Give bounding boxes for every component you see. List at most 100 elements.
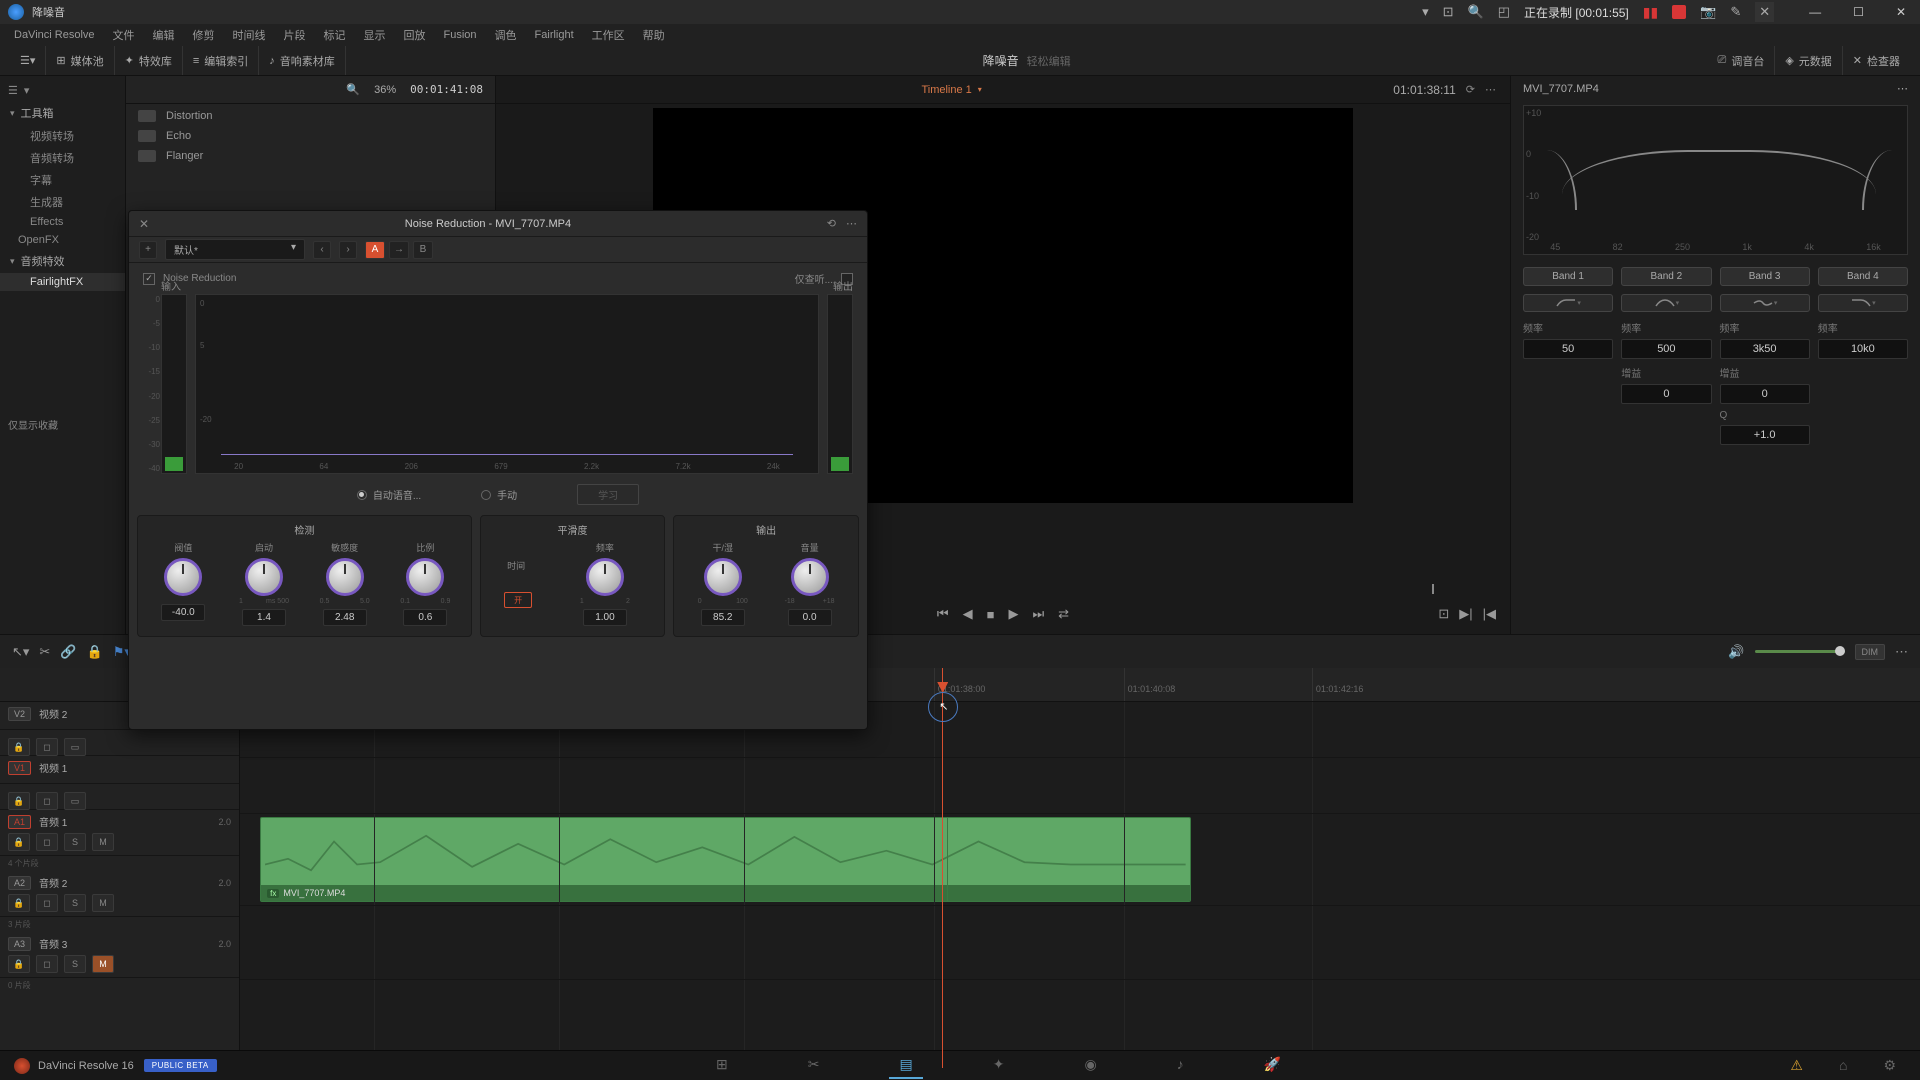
threshold-value[interactable]: -40.0: [161, 604, 205, 621]
ratio-value[interactable]: 0.6: [403, 609, 447, 626]
a2-solo-button[interactable]: S: [64, 894, 86, 912]
fx-item-distortion[interactable]: Distortion: [126, 106, 495, 126]
first-frame-button[interactable]: ⏮: [937, 606, 949, 622]
panel-menu-icon[interactable]: ☰: [8, 84, 18, 97]
panel-dropdown-icon[interactable]: ▾: [24, 84, 30, 97]
sidebar-effects[interactable]: Effects: [0, 213, 125, 231]
nr-prev-preset-button[interactable]: ‹: [313, 241, 331, 259]
menu-color[interactable]: 调色: [487, 25, 525, 45]
rate-value[interactable]: 1.00: [583, 609, 627, 626]
a3-enable-button[interactable]: ◻: [36, 955, 58, 973]
dropdown-icon[interactable]: ▾: [1422, 4, 1429, 20]
pencil-icon[interactable]: ✎: [1730, 4, 1741, 20]
nr-enable-checkbox[interactable]: ✓: [143, 273, 155, 285]
nr-add-preset-button[interactable]: +: [139, 241, 157, 259]
timeline-name-dropdown[interactable]: Timeline 1▾: [921, 84, 981, 96]
play-button[interactable]: ▶: [1008, 606, 1018, 622]
a1-lock-button[interactable]: 🔒: [8, 833, 30, 851]
band2-freq-input[interactable]: 500: [1621, 339, 1711, 359]
prev-edit-icon[interactable]: |◀: [1483, 606, 1496, 622]
nr-menu-icon[interactable]: ⋯: [846, 217, 857, 230]
sidebar-audio-transitions[interactable]: 音频转场: [0, 147, 125, 169]
settings-icon[interactable]: ⚙: [1873, 1053, 1906, 1078]
menu-help[interactable]: 帮助: [635, 25, 673, 45]
a3-badge[interactable]: A3: [8, 937, 31, 951]
inspector-menu-icon[interactable]: ⋯: [1897, 82, 1908, 95]
menu-playback[interactable]: 回放: [396, 25, 434, 45]
band-3-shape[interactable]: ▾: [1720, 294, 1810, 312]
next-edit-icon[interactable]: ▶|: [1459, 606, 1472, 622]
drywet-value[interactable]: 85.2: [701, 609, 745, 626]
audio-fx-header[interactable]: ▾音频特效: [0, 249, 125, 273]
ellipsis-icon[interactable]: ⋯: [1485, 83, 1496, 96]
nr-preset-dropdown[interactable]: 默认*▾: [165, 239, 305, 260]
nr-learn-button[interactable]: 学习: [577, 484, 639, 505]
sensitivity-knob[interactable]: [326, 558, 364, 596]
edit-index-button[interactable]: ≡编辑索引: [193, 53, 248, 69]
play-reverse-button[interactable]: ◀: [963, 606, 973, 622]
v2-lock-button[interactable]: 🔒: [8, 738, 30, 756]
maximize-button[interactable]: ☐: [1847, 3, 1870, 21]
menu-file[interactable]: 文件: [105, 25, 143, 45]
zoom-percent[interactable]: 36%: [374, 84, 396, 96]
a2-badge[interactable]: A2: [8, 876, 31, 890]
close-button[interactable]: ✕: [1890, 3, 1912, 21]
minimize-button[interactable]: —: [1803, 3, 1827, 21]
nr-a-button[interactable]: A: [365, 241, 385, 259]
a2-lock-button[interactable]: 🔒: [8, 894, 30, 912]
mixer-button[interactable]: ⎚调音台: [1718, 53, 1765, 69]
menu-edit[interactable]: 编辑: [145, 25, 183, 45]
band4-freq-input[interactable]: 10k0: [1818, 339, 1908, 359]
v1-lock-button[interactable]: 🔒: [8, 792, 30, 810]
media-page-icon[interactable]: ⊞: [706, 1052, 738, 1079]
pause-recording-icon[interactable]: ▮▮: [1643, 4, 1658, 21]
loop-button[interactable]: ⇄: [1058, 606, 1069, 622]
favorites-only-toggle[interactable]: 仅显示收藏: [0, 411, 125, 438]
close-panel-icon[interactable]: ✕: [1755, 2, 1774, 22]
rate-knob[interactable]: [586, 558, 624, 596]
v2-view-button[interactable]: ▭: [64, 738, 86, 756]
layout-icon[interactable]: ☰▾: [20, 54, 35, 67]
sidebar-openfx[interactable]: OpenFX: [0, 231, 125, 249]
fairlight-page-icon[interactable]: ♪: [1167, 1052, 1194, 1079]
band-3-button[interactable]: Band 3: [1720, 267, 1810, 286]
home-icon[interactable]: ⌂: [1829, 1053, 1857, 1078]
band-4-button[interactable]: Band 4: [1818, 267, 1908, 286]
stop-button[interactable]: ■: [987, 607, 995, 622]
nr-next-preset-button[interactable]: ›: [339, 241, 357, 259]
link-tool-icon[interactable]: 🔗: [60, 644, 76, 660]
band-1-button[interactable]: Band 1: [1523, 267, 1613, 286]
speaker-icon[interactable]: 🔊: [1728, 644, 1744, 660]
band-4-shape[interactable]: ▾: [1818, 294, 1908, 312]
blade-tool-icon[interactable]: ✂: [39, 644, 50, 660]
sidebar-video-transitions[interactable]: 视频转场: [0, 125, 125, 147]
nr-auto-mode-radio[interactable]: 自动语音...: [357, 484, 421, 505]
toolbox-header[interactable]: ▾工具箱: [0, 101, 125, 125]
deliver-page-icon[interactable]: 🚀: [1254, 1052, 1291, 1079]
edit-page-icon[interactable]: ▤: [889, 1052, 922, 1079]
v1-badge[interactable]: V1: [8, 761, 31, 775]
sensitivity-value[interactable]: 2.48: [323, 609, 367, 626]
band-1-shape[interactable]: ▾: [1523, 294, 1613, 312]
v2-badge[interactable]: V2: [8, 707, 31, 721]
menu-view[interactable]: 显示: [356, 25, 394, 45]
timeline-options-icon[interactable]: ⋯: [1895, 644, 1908, 660]
a2-enable-button[interactable]: ◻: [36, 894, 58, 912]
search-icon[interactable]: 🔍: [1468, 4, 1484, 20]
sidebar-titles[interactable]: 字幕: [0, 169, 125, 191]
playhead[interactable]: ↖: [942, 668, 943, 1068]
band3-q-input[interactable]: +1.0: [1720, 425, 1810, 445]
menu-app[interactable]: DaVinci Resolve: [6, 27, 103, 43]
threshold-knob[interactable]: [164, 558, 202, 596]
crop-icon[interactable]: ◰: [1498, 4, 1510, 20]
menu-mark[interactable]: 标记: [316, 25, 354, 45]
v1-enable-button[interactable]: ◻: [36, 792, 58, 810]
nr-close-button[interactable]: ✕: [139, 217, 149, 231]
picker-icon[interactable]: ⊡: [1443, 4, 1454, 20]
nr-manual-mode-radio[interactable]: 手动: [481, 484, 517, 505]
volume-slider[interactable]: [1755, 650, 1845, 653]
nr-reset-icon[interactable]: ⟲: [827, 217, 836, 230]
match-frame-icon[interactable]: ⊡: [1438, 606, 1449, 622]
dim-button[interactable]: DIM: [1855, 644, 1886, 660]
attack-value[interactable]: 1.4: [242, 609, 286, 626]
